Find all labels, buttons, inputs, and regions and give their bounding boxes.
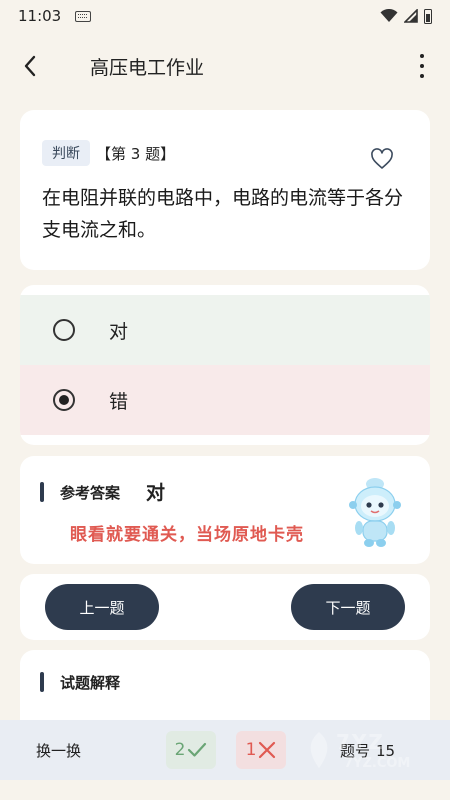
previous-question-button[interactable]: 上一题 (45, 584, 159, 630)
radio-unchecked-icon[interactable] (53, 319, 75, 341)
encourage-text: 眼看就要通关，当场原地卡壳 (70, 525, 304, 545)
answer-label: 参考答案 (60, 484, 121, 502)
option-true[interactable]: 对 (20, 295, 430, 365)
signal-icon (404, 9, 418, 23)
question-type-tag: 判断 (42, 140, 90, 166)
more-dot-icon (420, 64, 424, 68)
status-icons (380, 8, 432, 24)
explanation-label: 试题解释 (60, 674, 121, 692)
back-button[interactable] (0, 40, 60, 92)
wrong-count: 1 (245, 740, 257, 760)
section-marker (40, 672, 44, 692)
watermark-domain: 7YZ.COM (344, 756, 411, 771)
question-text: 在电阻并联的电路中，电路的电流等于各分支电流之和。 (42, 187, 404, 241)
option-label: 对 (109, 320, 129, 343)
page-title: 高压电工作业 (90, 56, 205, 79)
watermark-brand-graphic: 7YZ (336, 730, 385, 754)
watermark: 7YZ 7YZ.COM (300, 724, 440, 784)
next-question-button[interactable]: 下一题 (291, 584, 405, 630)
cross-icon (259, 741, 276, 759)
radio-checked-icon[interactable] (53, 389, 75, 411)
more-dot-icon (420, 74, 424, 78)
option-label: 错 (109, 390, 129, 413)
robot-mascot-icon (349, 478, 401, 547)
option-false[interactable]: 错 (20, 365, 430, 435)
check-icon (188, 742, 207, 757)
answer-card: 参考答案 对 眼看就要通关，当场原地卡壳 (20, 456, 430, 564)
wifi-icon (380, 9, 398, 22)
section-marker (40, 482, 44, 502)
keyboard-icon (75, 10, 92, 22)
correct-count-badge[interactable]: 2 (166, 731, 216, 769)
correct-count: 2 (174, 740, 186, 760)
question-header: 判断 【第 3 题】 (42, 140, 408, 166)
watermark-logo-icon (310, 732, 328, 768)
navigation-card: 上一题 下一题 (20, 574, 430, 640)
question-card: 判断 【第 3 题】 在电阻并联的电路中，电路的电流等于各分支电流之和。 (20, 110, 430, 270)
favorite-heart-icon[interactable] (370, 148, 394, 170)
wrong-count-badge[interactable]: 1 (236, 731, 286, 769)
switch-button[interactable]: 换一换 (36, 740, 81, 761)
chevron-left-icon (24, 55, 36, 77)
more-dot-icon (420, 54, 424, 58)
status-time: 11:03 (18, 7, 62, 25)
options-card: 对 错 (20, 285, 430, 445)
question-number: 【第 3 题】 (96, 144, 176, 163)
status-bar: 11:03 (0, 0, 450, 32)
battery-icon (424, 8, 432, 24)
top-bar: 高压电工作业 (0, 40, 450, 92)
more-options-button[interactable] (416, 54, 428, 78)
system-nav-area (0, 780, 450, 800)
answer-value: 对 (146, 482, 166, 504)
